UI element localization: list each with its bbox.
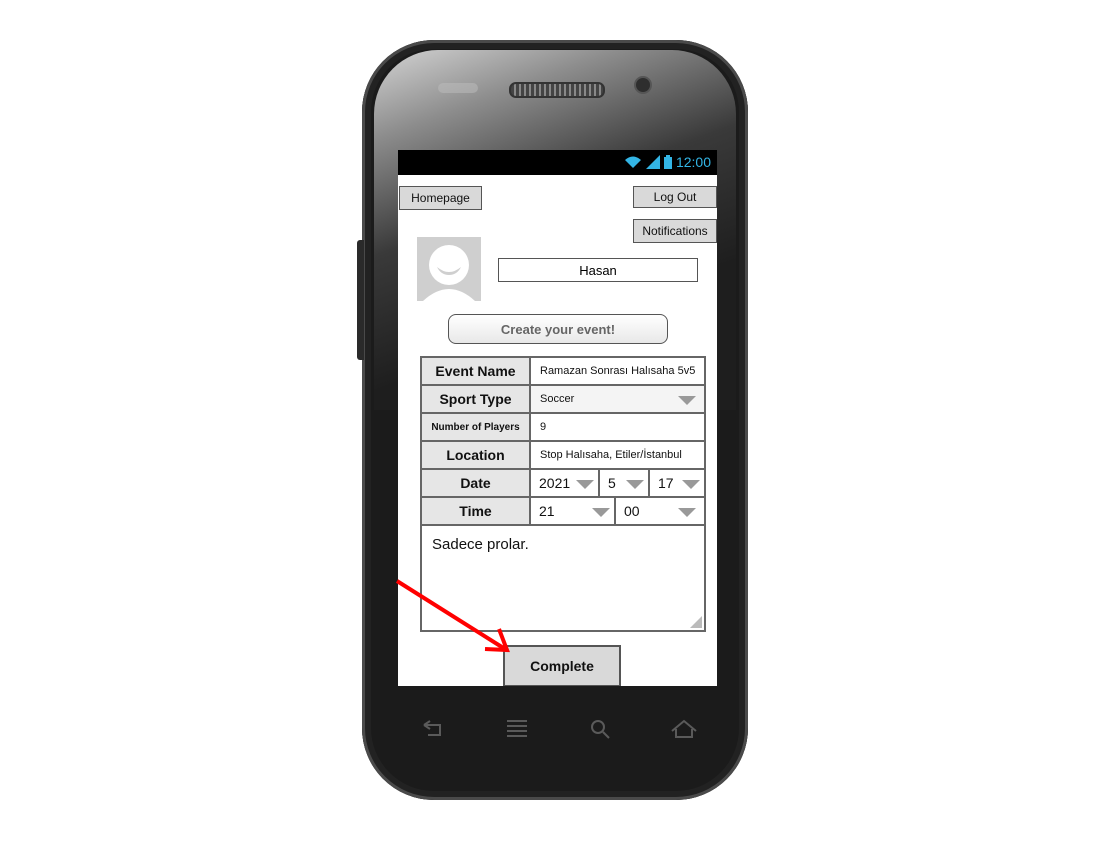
phone-nav-bar (418, 712, 698, 746)
status-time: 12:00 (675, 154, 711, 170)
status-icons: 12:00 (624, 154, 711, 170)
location-label: Location (422, 442, 531, 468)
logout-button[interactable]: Log Out (633, 186, 717, 208)
annotation-arrow-icon (395, 579, 510, 653)
front-camera (634, 76, 652, 94)
notes-text: Sadece prolar. (432, 536, 529, 553)
form-row-location: Location Stop Halısaha, Etiler/İstanbul (422, 442, 704, 470)
avatar (417, 237, 481, 301)
chevron-down-icon (678, 396, 696, 405)
event-name-input[interactable]: Ramazan Sonrası Halısaha 5v5 (531, 358, 704, 384)
date-year-value: 2021 (539, 475, 571, 491)
date-month-value: 5 (608, 475, 616, 491)
sport-type-label: Sport Type (422, 386, 531, 412)
signal-icon (645, 155, 660, 169)
chevron-down-icon (678, 508, 696, 517)
menu-icon[interactable] (505, 718, 529, 740)
time-hour-value: 21 (539, 503, 555, 519)
chevron-down-icon (626, 480, 644, 489)
players-input[interactable]: 9 (531, 414, 704, 440)
event-name-label: Event Name (422, 358, 531, 384)
date-day-select[interactable]: 17 (650, 470, 704, 496)
location-input[interactable]: Stop Halısaha, Etiler/İstanbul (531, 442, 704, 468)
chevron-down-icon (592, 508, 610, 517)
date-label: Date (422, 470, 531, 496)
user-placeholder-icon (417, 237, 481, 301)
sport-type-value: Soccer (540, 393, 575, 405)
date-month-select[interactable]: 5 (600, 470, 650, 496)
form-row-event-name: Event Name Ramazan Sonrası Halısaha 5v5 (422, 358, 704, 386)
status-bar: 12:00 (398, 150, 717, 175)
time-hour-select[interactable]: 21 (531, 498, 616, 524)
date-day-value: 17 (658, 475, 674, 491)
battery-icon (663, 155, 672, 169)
players-label: Number of Players (422, 414, 531, 440)
chevron-down-icon (576, 480, 594, 489)
resize-grip-icon[interactable] (690, 616, 702, 628)
form-row-players: Number of Players 9 (422, 414, 704, 442)
time-label: Time (422, 498, 531, 524)
form-row-sport-type: Sport Type Soccer (422, 386, 704, 414)
form-row-time: Time 21 00 (422, 498, 704, 526)
notifications-button[interactable]: Notifications (633, 219, 717, 243)
home-icon[interactable] (670, 719, 698, 739)
create-event-button[interactable]: Create your event! (448, 314, 668, 344)
back-icon[interactable] (418, 719, 446, 739)
date-year-select[interactable]: 2021 (531, 470, 600, 496)
wifi-icon (624, 156, 641, 168)
homepage-button[interactable]: Homepage (399, 186, 482, 210)
chevron-down-icon (682, 480, 700, 489)
time-minute-select[interactable]: 00 (616, 498, 704, 524)
time-minute-value: 00 (624, 503, 640, 519)
search-icon[interactable] (589, 718, 611, 740)
side-button (357, 240, 364, 360)
form-row-date: Date 2021 5 17 (422, 470, 704, 498)
complete-button[interactable]: Complete (503, 645, 621, 686)
sport-type-select[interactable]: Soccer (531, 386, 704, 412)
speaker-grille (509, 82, 605, 98)
sensor-dots (438, 83, 478, 93)
username-field[interactable]: Hasan (498, 258, 698, 282)
